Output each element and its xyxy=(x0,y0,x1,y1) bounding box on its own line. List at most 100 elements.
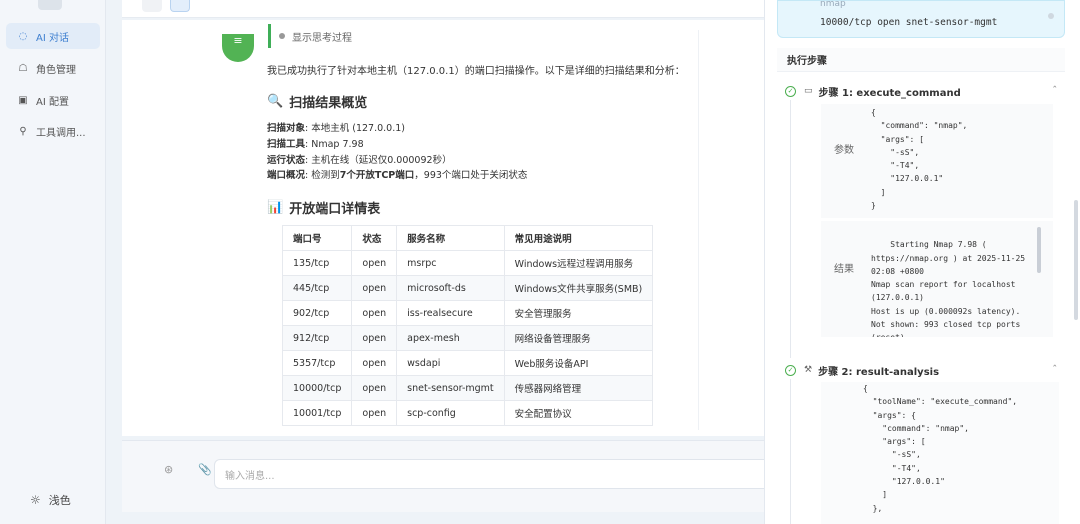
table-cell: open xyxy=(351,325,398,351)
sidebar-item-role-management[interactable]: ☖ 角色管理 xyxy=(6,55,100,81)
magnifier-icon: 🔍 xyxy=(267,94,284,109)
chevron-up-icon[interactable]: ˆ xyxy=(1053,86,1058,96)
kv-value: : 主机在线（延迟仅0.000092秒） xyxy=(305,155,452,166)
result-code[interactable]: Starting Nmap 7.98 ( https://nmap.org ) … xyxy=(867,221,1053,337)
check-circle-icon: ✓ xyxy=(785,85,796,97)
col-header: 端口号 xyxy=(281,225,353,251)
table-cell: open xyxy=(351,350,398,376)
theme-toggle[interactable]: ☼ 浅色 xyxy=(30,492,71,508)
params-label: 参数 xyxy=(821,104,867,218)
assistant-avatar: ≡ xyxy=(222,34,254,62)
step-2-header[interactable]: ✓ ⚒ 步骤 2: result-analysis ˆ xyxy=(785,361,1061,379)
table-cell: snet-sensor-mgmt xyxy=(396,375,505,401)
table-row: 5357/tcp open wsdapi Web服务设备API xyxy=(281,350,654,376)
message-input[interactable]: 输入消息... xyxy=(214,459,774,489)
table-header-row: 端口号 状态 服务名称 常见用途说明 xyxy=(281,225,654,251)
table-cell: 5357/tcp xyxy=(281,350,353,376)
terminal-icon: ▭ xyxy=(804,86,813,96)
table-title: 开放端口详情表 xyxy=(289,202,381,217)
table-row: 445/tcp open microsoft-ds Windows文件共享服务(SMB… xyxy=(281,275,654,301)
role-icon: ☖ xyxy=(18,62,28,74)
sun-icon: ☼ xyxy=(30,493,41,507)
kv-key: 运行状态 xyxy=(267,155,306,166)
result-label-text: 结果 xyxy=(834,264,854,275)
table-heading: 📊 开放端口详情表 xyxy=(267,198,380,217)
check-circle-icon: ✓ xyxy=(785,364,796,376)
step-1-header[interactable]: ✓ ▭ 步骤 1: execute_command ˆ xyxy=(785,82,1061,100)
table-cell: open xyxy=(351,250,398,276)
kv-key: 端口概况 xyxy=(267,170,306,181)
message-intro: 我已成功执行了针对本地主机（127.0.0.1）的端口扫描操作。以下是详细的扫描… xyxy=(267,66,685,77)
chevron-up-icon[interactable]: ˆ xyxy=(1053,365,1058,375)
table-cell: open xyxy=(351,300,398,326)
table-cell: apex-mesh xyxy=(396,325,505,351)
composer: ⊛ 📎 输入消息... xyxy=(122,440,774,512)
table-cell: 传感器网络管理 xyxy=(503,375,654,401)
paperclip-icon[interactable]: 📎 xyxy=(198,463,212,476)
overview-heading: 🔍 扫描结果概览 xyxy=(267,92,367,111)
scroll-indicator[interactable] xyxy=(1048,13,1054,19)
kv-key: 扫描对象 xyxy=(267,123,306,134)
sidebar-item-ai-chat[interactable]: ◌ AI 对话 xyxy=(6,23,100,49)
overview-status: 运行状态: 主机在线（延迟仅0.000092秒） xyxy=(267,152,452,166)
params-label-text: 参数 xyxy=(834,145,854,156)
chat-toolbar xyxy=(122,0,764,18)
table-row: 902/tcp open iss-realsecure 安全管理服务 xyxy=(281,300,654,326)
table-cell: Windows文件共享服务(SMB) xyxy=(503,275,654,301)
theme-label: 浅色 xyxy=(48,494,71,507)
sidebar-item-ai-config[interactable]: ▣ AI 配置 xyxy=(6,87,100,113)
show-thinking-toggle[interactable]: 显示思考过程 xyxy=(268,24,352,48)
table-row: 10001/tcp open scp-config 安全配置协议 xyxy=(281,400,654,426)
overview-target: 扫描对象: 本地主机 (127.0.0.1) xyxy=(267,120,405,134)
kv-value: : 本地主机 (127.0.0.1) xyxy=(305,123,405,134)
panel-scrollbar[interactable] xyxy=(1074,200,1078,320)
table-cell: 135/tcp xyxy=(281,250,353,276)
step-rail xyxy=(790,379,791,524)
sidebar-item-label: AI 配置 xyxy=(36,96,69,108)
sidebar-item-label: AI 对话 xyxy=(36,32,69,44)
settings-icon[interactable]: ⊛ xyxy=(164,463,173,476)
chat-main: ≡ 显示思考过程 我已成功执行了针对本地主机（127.0.0.1）的端口扫描操作… xyxy=(106,0,774,524)
sidebar-item-label: 工具调用... xyxy=(36,127,86,139)
kv-value: : 检测到 xyxy=(305,170,340,181)
table-row: 10000/tcp open snet-sensor-mgmt 传感器网络管理 xyxy=(281,375,654,401)
table-cell: wsdapi xyxy=(396,350,505,376)
table-cell: microsoft-ds xyxy=(396,275,505,301)
sidebar-item-tool-calls[interactable]: ⚲ 工具调用... xyxy=(6,118,100,144)
think-label: 显示思考过程 xyxy=(292,32,352,44)
overview-tool: 扫描工具: Nmap 7.98 xyxy=(267,136,364,150)
menu-button[interactable] xyxy=(170,0,190,12)
tool-icon: ⚲ xyxy=(19,125,27,137)
config-icon: ▣ xyxy=(18,94,28,106)
step-2-title: 步骤 2: result-analysis xyxy=(818,366,940,378)
result-scrollbar[interactable] xyxy=(1037,227,1041,273)
step-1-title: 步骤 1: execute_command xyxy=(818,87,961,99)
table-cell: Windows远程过程调用服务 xyxy=(503,250,654,276)
prev-faint-text: nmap xyxy=(820,0,846,9)
table-cell: open xyxy=(351,275,398,301)
result-label: 结果 xyxy=(821,221,867,337)
table-row: 135/tcp open msrpc Windows远程过程调用服务 xyxy=(281,250,654,276)
sidebar-item-label: 角色管理 xyxy=(36,64,76,76)
kv-value: : Nmap 7.98 xyxy=(305,139,364,150)
dot-icon xyxy=(279,33,285,39)
result-text: Starting Nmap 7.98 ( https://nmap.org ) … xyxy=(871,240,1026,337)
bar-chart-icon: 📊 xyxy=(267,200,284,215)
step-rail xyxy=(790,100,791,358)
kv-bold: 7个开放TCP端口 xyxy=(339,170,415,181)
params-code: { "command": "nmap", "args": [ "-sS", "-… xyxy=(867,104,1053,218)
table-cell: iss-realsecure xyxy=(396,300,505,326)
chat-bubble-icon: ◌ xyxy=(18,30,28,42)
execution-panel: nmap 10000/tcp open snet-sensor-mgmt 执行步… xyxy=(764,0,1080,524)
kv-key: 扫描工具 xyxy=(267,139,306,150)
col-header: 服务名称 xyxy=(396,225,505,251)
table-cell: 安全管理服务 xyxy=(503,300,654,326)
table-cell: scp-config xyxy=(396,400,505,426)
previous-output-box: nmap 10000/tcp open snet-sensor-mgmt xyxy=(777,0,1065,38)
table-cell: 10000/tcp xyxy=(281,375,353,401)
toolbar-button[interactable] xyxy=(142,0,162,12)
overview-ports: 端口概况: 检测到7个开放TCP端口，993个端口处于关闭状态 xyxy=(267,167,527,181)
prev-output-line: 10000/tcp open snet-sensor-mgmt xyxy=(820,17,998,28)
table-cell: 912/tcp xyxy=(281,325,353,351)
content-divider xyxy=(698,30,699,430)
